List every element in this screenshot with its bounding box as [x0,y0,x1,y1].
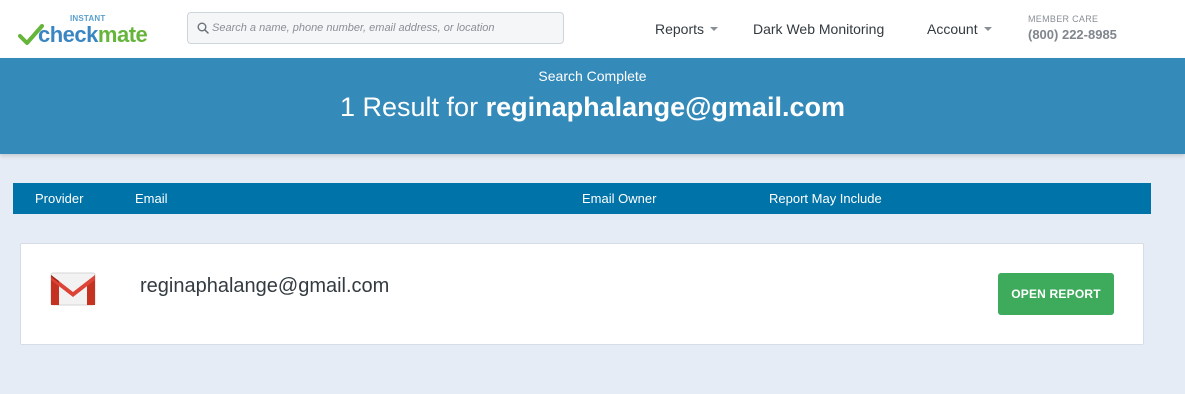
member-care-phone[interactable]: (800) 222-8985 [1028,27,1117,42]
logo-word-check: check [38,22,98,47]
search-box[interactable] [187,12,564,44]
column-header-report-may-include: Report May Include [769,191,882,206]
search-icon [197,22,209,34]
member-care-label: MEMBER CARE [1028,14,1099,24]
results-count-text: 1 Result for [340,92,486,122]
chevron-down-icon [710,27,719,32]
column-header-email-owner: Email Owner [582,191,657,206]
result-row: reginaphalange@gmail.com OPEN REPORT [20,243,1144,345]
search-status-text: Search Complete [538,68,647,84]
gmail-icon [50,272,96,306]
search-result-banner: Search Complete 1 Result for reginaphala… [0,58,1185,154]
nav-dark-web-label: Dark Web Monitoring [753,21,885,37]
results-query-text: reginaphalange@gmail.com [485,92,845,122]
nav-account-label: Account [927,21,978,37]
result-email: reginaphalange@gmail.com [140,275,390,297]
chevron-down-icon [983,27,992,32]
nav-account-menu[interactable]: Account [927,20,992,38]
column-header-email: Email [135,191,168,206]
logo-wordmark: checkmate [38,22,148,48]
search-input[interactable] [212,13,557,43]
results-heading: 1 Result for reginaphalange@gmail.com [0,92,1185,123]
results-table-header: Provider Email Email Owner Report May In… [13,183,1151,214]
member-care-block: MEMBER CARE (800) 222-8985 [1028,14,1117,42]
open-report-button[interactable]: OPEN REPORT [998,273,1114,315]
column-header-provider: Provider [35,191,84,206]
logo-word-mate: mate [97,22,148,47]
top-navigation-bar: INSTANT checkmate Reports Dark Web Monit… [0,0,1185,58]
checkmate-logo[interactable]: INSTANT checkmate [18,12,163,48]
nav-reports-menu[interactable]: Reports [655,20,719,38]
nav-reports-label: Reports [655,21,705,37]
nav-dark-web-monitoring[interactable]: Dark Web Monitoring [753,20,884,38]
